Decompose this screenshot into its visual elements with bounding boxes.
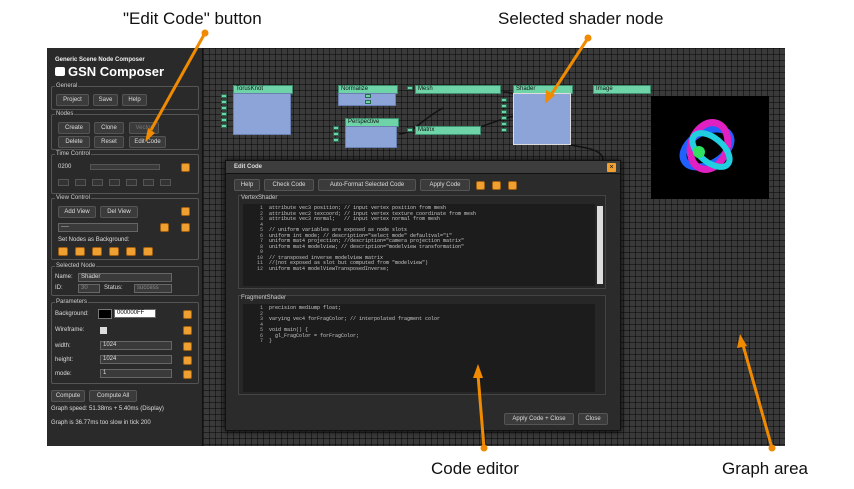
annotation-arrows	[145, 29, 776, 452]
